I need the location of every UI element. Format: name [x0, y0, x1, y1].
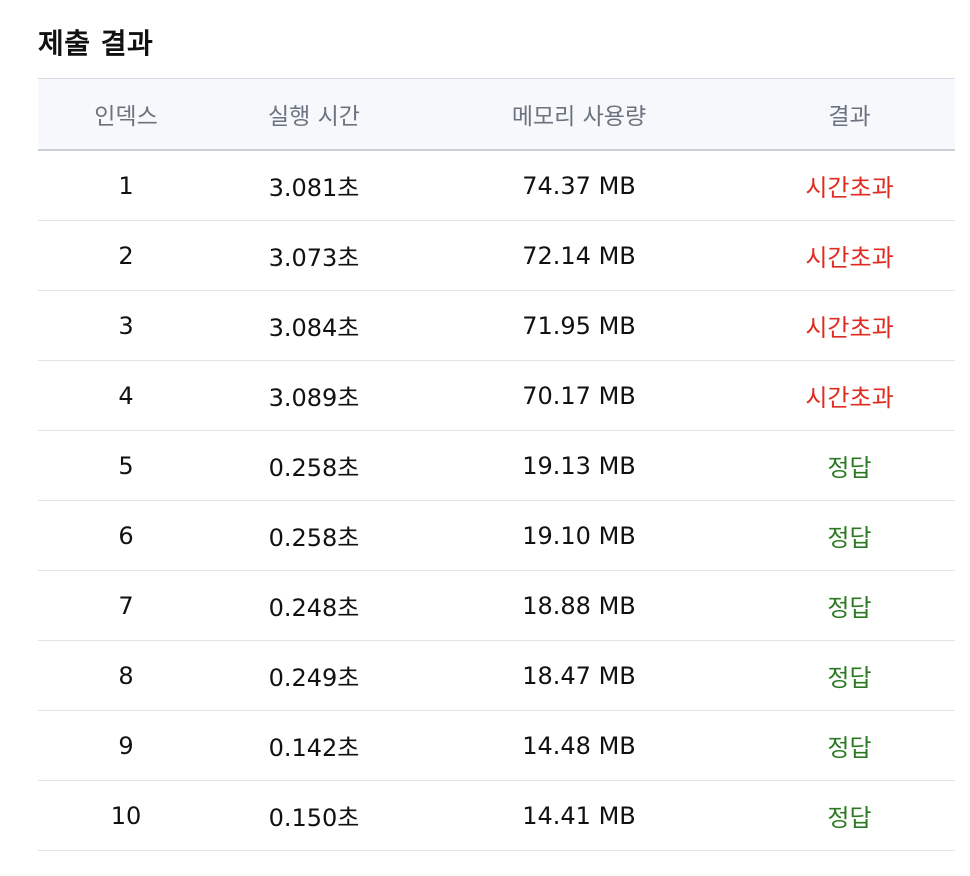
table-row: 3 3.084초 71.95 MB 시간초과: [38, 290, 955, 361]
cell-memory: 18.47 MB: [414, 640, 744, 711]
cell-memory: 71.95 MB: [414, 290, 744, 361]
column-header-result: 결과: [744, 78, 955, 151]
cell-index: 6: [38, 500, 214, 571]
cell-time: 0.249초: [214, 640, 414, 711]
cell-time: 0.248초: [214, 570, 414, 641]
cell-result: 시간초과: [744, 290, 955, 361]
table-row: 5 0.258초 19.13 MB 정답: [38, 430, 955, 501]
column-header-index: 인덱스: [38, 78, 214, 151]
table-header-row: 인덱스 실행 시간 메모리 사용량 결과: [38, 78, 955, 151]
cell-memory: 18.88 MB: [414, 570, 744, 641]
cell-memory: 70.17 MB: [414, 360, 744, 431]
cell-result: 정답: [744, 780, 955, 851]
cell-index: 7: [38, 570, 214, 641]
cell-index: 10: [38, 780, 214, 851]
column-header-memory: 메모리 사용량: [414, 78, 744, 151]
cell-result: 시간초과: [744, 220, 955, 291]
cell-memory: 19.10 MB: [414, 500, 744, 571]
cell-result: 시간초과: [744, 150, 955, 221]
cell-time: 0.150초: [214, 780, 414, 851]
cell-result: 시간초과: [744, 360, 955, 431]
table-row: 6 0.258초 19.10 MB 정답: [38, 500, 955, 571]
table-row: 9 0.142초 14.48 MB 정답: [38, 710, 955, 781]
cell-memory: 19.13 MB: [414, 430, 744, 501]
cell-time: 0.142초: [214, 710, 414, 781]
cell-result: 정답: [744, 640, 955, 711]
cell-index: 8: [38, 640, 214, 711]
cell-index: 9: [38, 710, 214, 781]
table-body: 1 3.081초 74.37 MB 시간초과 2 3.073초 72.14 MB 시간초과 3 3…: [38, 150, 955, 851]
cell-memory: 74.37 MB: [414, 150, 744, 221]
cell-time: 3.073초: [214, 220, 414, 291]
cell-time: 3.084초: [214, 290, 414, 361]
cell-memory: 14.48 MB: [414, 710, 744, 781]
table-row: 1 3.081초 74.37 MB 시간초과: [38, 150, 955, 221]
cell-time: 0.258초: [214, 500, 414, 571]
cell-time: 0.258초: [214, 430, 414, 501]
cell-index: 4: [38, 360, 214, 431]
cell-result: 정답: [744, 500, 955, 571]
table-row: 7 0.248초 18.88 MB 정답: [38, 570, 955, 641]
cell-index: 5: [38, 430, 214, 501]
cell-index: 3: [38, 290, 214, 361]
cell-memory: 72.14 MB: [414, 220, 744, 291]
cell-result: 정답: [744, 430, 955, 501]
results-table: 인덱스 실행 시간 메모리 사용량 결과 1 3.081초 74.37 MB 시간초과…: [38, 78, 955, 851]
page-title: 제출 결과: [38, 27, 154, 60]
cell-time: 3.081초: [214, 150, 414, 221]
cell-memory: 14.41 MB: [414, 780, 744, 851]
cell-result: 정답: [744, 710, 955, 781]
cell-index: 1: [38, 150, 214, 221]
cell-time: 3.089초: [214, 360, 414, 431]
table-row: 4 3.089초 70.17 MB 시간초과: [38, 360, 955, 431]
cell-result: 정답: [744, 570, 955, 641]
cell-index: 2: [38, 220, 214, 291]
table-row: 8 0.249초 18.47 MB 정답: [38, 640, 955, 711]
table-row: 10 0.150초 14.41 MB 정답: [38, 780, 955, 851]
column-header-time: 실행 시간: [214, 78, 414, 151]
table-row: 2 3.073초 72.14 MB 시간초과: [38, 220, 955, 291]
